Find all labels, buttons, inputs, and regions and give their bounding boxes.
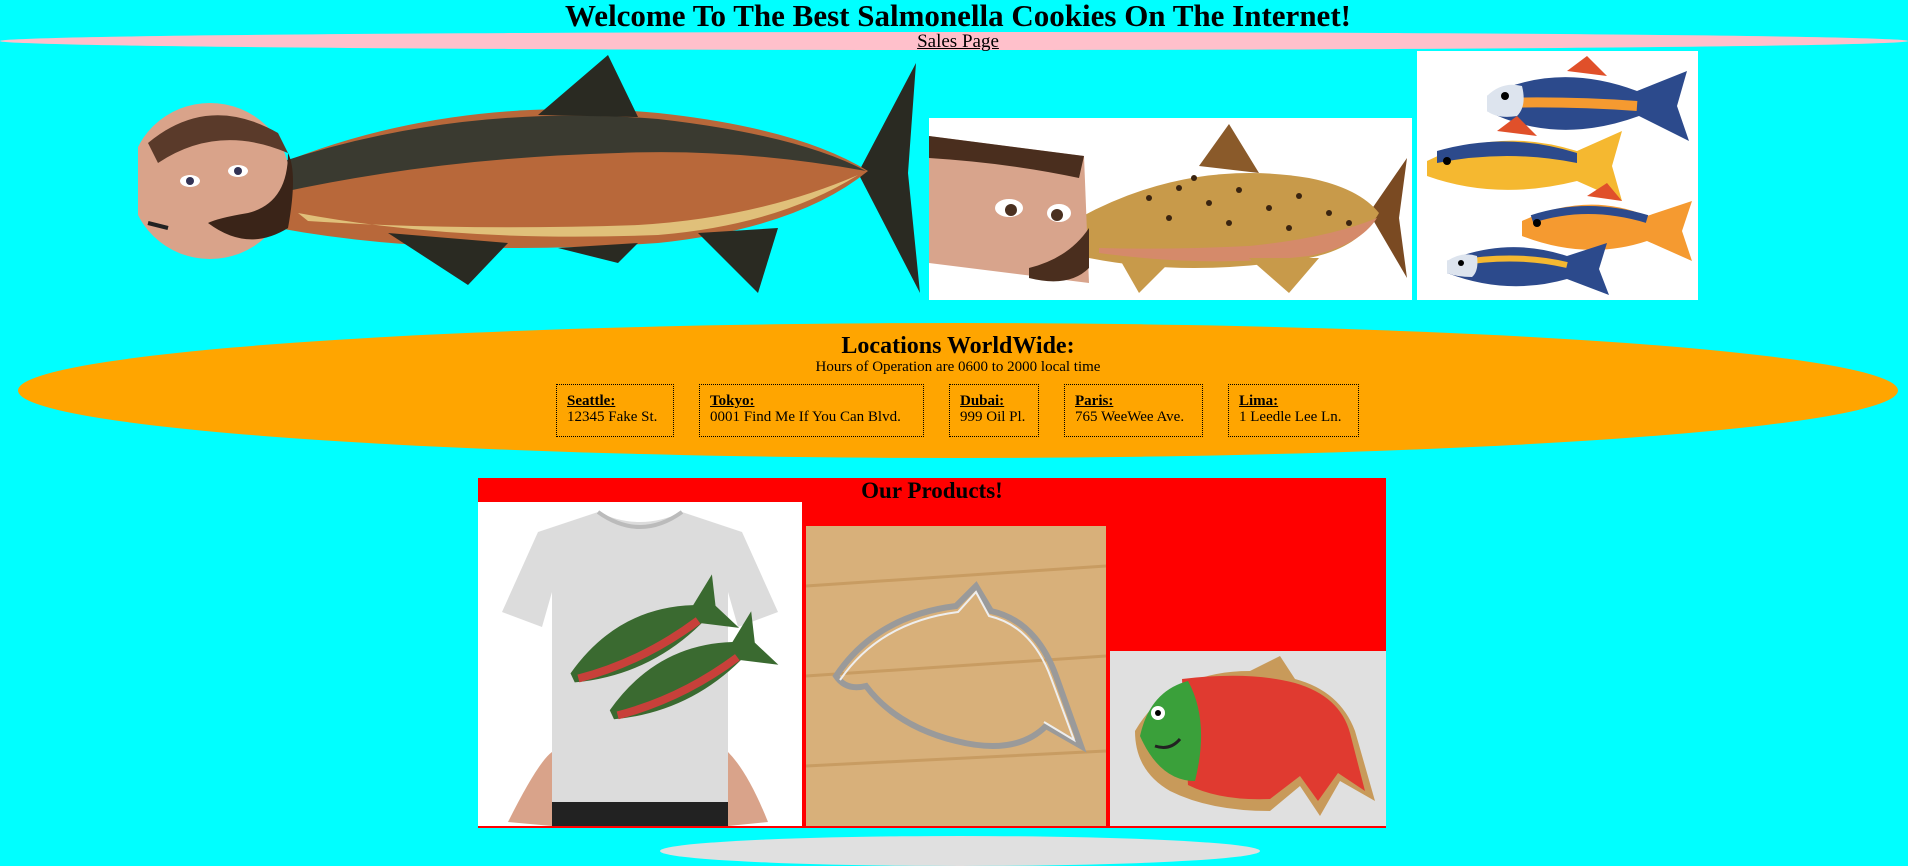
location-address: 1 Leedle Lee Ln. — [1239, 409, 1342, 425]
man-headed-trout-image — [929, 118, 1412, 300]
salmon-tshirt-image[interactable] — [478, 502, 802, 826]
location-seattle: Seattle: 12345 Fake St. — [556, 384, 674, 437]
locations-title: Locations WorldWide: — [841, 333, 1075, 359]
products-title: Our Products! — [861, 478, 1003, 503]
location-address: 765 WeeWee Ave. — [1075, 409, 1185, 425]
location-lima: Lima: 1 Leedle Lee Ln. — [1228, 384, 1359, 437]
location-paris: Paris: 765 WeeWee Ave. — [1064, 384, 1203, 437]
location-tokyo: Tokyo: 0001 Find Me If You Can Blvd. — [699, 384, 924, 437]
page-title: Welcome To The Best Salmonella Cookies O… — [565, 0, 1351, 33]
location-city: Tokyo: — [710, 393, 755, 409]
salmon-cookie-image[interactable] — [1110, 651, 1386, 826]
location-city: Seattle: — [567, 393, 616, 409]
man-headed-salmon-image — [138, 53, 920, 301]
products-section: Our Products! — [478, 478, 1386, 828]
location-city: Lima: — [1239, 393, 1279, 409]
cartoon-fish-group-image — [1417, 51, 1698, 300]
location-address: 999 Oil Pl. — [960, 409, 1026, 425]
bottom-image-peek — [660, 836, 1260, 866]
location-address: 0001 Find Me If You Can Blvd. — [710, 409, 901, 425]
fish-cookie-cutter-image[interactable] — [806, 526, 1106, 826]
location-city: Paris: — [1075, 393, 1114, 409]
location-dubai: Dubai: 999 Oil Pl. — [949, 384, 1039, 437]
hours-of-operation: Hours of Operation are 0600 to 2000 loca… — [815, 359, 1101, 375]
location-address: 12345 Fake St. — [567, 409, 658, 425]
location-city: Dubai: — [960, 393, 1005, 409]
locations-section: Locations WorldWide: Hours of Operation … — [18, 323, 1898, 458]
